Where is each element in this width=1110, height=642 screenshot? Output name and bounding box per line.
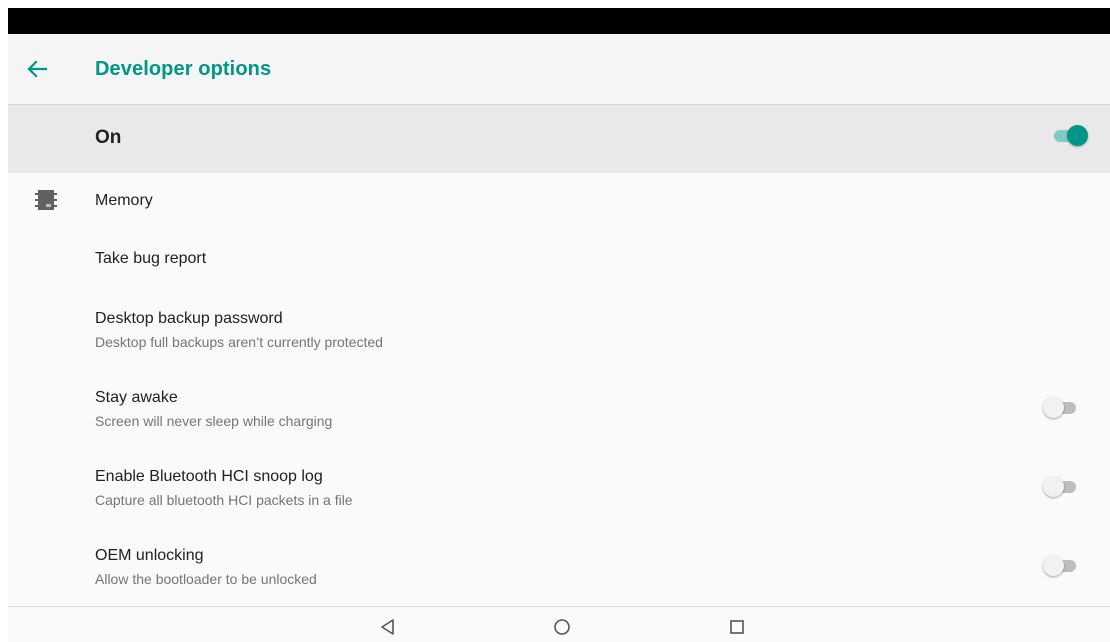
list-item-desktop-backup-password[interactable]: Desktop backup password Desktop full bac… <box>8 289 1110 368</box>
nav-recents-button[interactable] <box>726 616 748 638</box>
list-item-take-bug-report[interactable]: Take bug report <box>8 231 1110 289</box>
page-title: Developer options <box>95 58 272 80</box>
back-button[interactable] <box>22 56 52 82</box>
list-item-title: Take bug report <box>95 250 207 267</box>
list-item-summary: Screen will never sleep while charging <box>95 413 333 429</box>
developer-options-toggle[interactable] <box>1054 125 1088 147</box>
list-item-title: Stay awake <box>95 389 178 406</box>
list-item-title: Desktop backup password <box>95 310 283 327</box>
stay-awake-toggle[interactable] <box>1043 397 1080 419</box>
bluetooth-hci-snoop-log-toggle[interactable] <box>1043 476 1080 498</box>
list-item-memory[interactable]: Memory <box>8 173 1110 231</box>
nav-home-button[interactable] <box>551 616 573 638</box>
list-item-title: Memory <box>95 192 153 209</box>
list-item-bluetooth-hci-snoop-log[interactable]: Enable Bluetooth HCI snoop log Capture a… <box>8 447 1110 526</box>
list-item-summary: Capture all bluetooth HCI packets in a f… <box>95 492 353 508</box>
settings-screen: Developer options On Memory Take bug rep… <box>8 8 1110 642</box>
master-switch-label: On <box>95 127 122 148</box>
toggle-thumb <box>1043 555 1064 576</box>
toggle-thumb <box>1043 397 1064 418</box>
toggle-thumb <box>1043 476 1064 497</box>
back-icon <box>381 619 394 635</box>
app-bar: Developer options <box>8 34 1110 105</box>
nav-back-button[interactable] <box>377 616 399 638</box>
navigation-bar <box>8 606 1110 642</box>
list-item-stay-awake[interactable]: Stay awake Screen will never sleep while… <box>8 368 1110 447</box>
arrow-back-icon <box>27 60 48 78</box>
home-icon <box>554 619 570 635</box>
toggle-thumb <box>1067 125 1088 146</box>
list-item-title: Enable Bluetooth HCI snoop log <box>95 468 323 485</box>
list-item-title: OEM unlocking <box>95 547 204 564</box>
recents-icon <box>730 620 744 634</box>
memory-chip-icon <box>35 190 57 210</box>
oem-unlocking-toggle[interactable] <box>1043 555 1080 577</box>
status-bar <box>8 8 1110 34</box>
list-item-summary: Desktop full backups aren’t currently pr… <box>95 334 383 350</box>
master-switch-row[interactable]: On <box>8 105 1110 173</box>
list-item-summary: Allow the bootloader to be unlocked <box>95 571 317 587</box>
list-item-oem-unlocking[interactable]: OEM unlocking Allow the bootloader to be… <box>8 526 1110 605</box>
